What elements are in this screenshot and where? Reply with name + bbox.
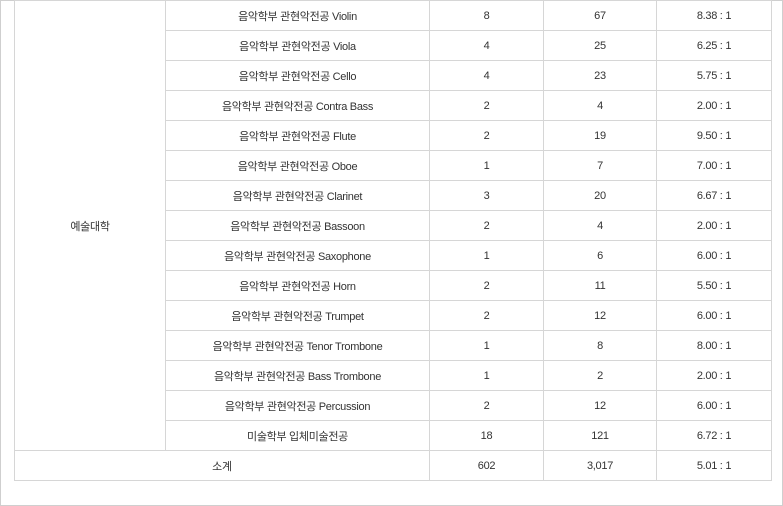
applicants-cell: 11 (543, 270, 657, 301)
quota-cell: 2 (429, 270, 544, 301)
ratio-cell: 6.72 : 1 (656, 420, 772, 451)
ratio-cell: 8.38 : 1 (656, 0, 772, 31)
department-cell: 음악학부 관현악전공 Bass Trombone (165, 360, 430, 391)
ratio-cell: 5.75 : 1 (656, 60, 772, 91)
applicants-cell: 2 (543, 360, 657, 391)
department-cell: 음악학부 관현악전공 Viola (165, 30, 430, 61)
applicants-cell: 19 (543, 120, 657, 151)
quota-cell: 8 (429, 0, 544, 31)
applicants-cell: 6 (543, 240, 657, 271)
subtotal-ratio: 5.01 : 1 (656, 450, 772, 481)
ratio-cell: 9.50 : 1 (656, 120, 772, 151)
applicants-cell: 67 (543, 0, 657, 31)
department-cell: 음악학부 관현악전공 Tenor Trombone (165, 330, 430, 361)
ratio-cell: 6.67 : 1 (656, 180, 772, 211)
table-row: 예술대학 음악학부 관현악전공 Violin 8 67 8.38 : 1 (14, 0, 772, 451)
quota-cell: 1 (429, 240, 544, 271)
applicants-cell: 23 (543, 60, 657, 91)
department-cell: 음악학부 관현악전공 Saxophone (165, 240, 430, 271)
quota-cell: 2 (429, 90, 544, 121)
applicants-cell: 121 (543, 420, 657, 451)
quota-cell: 2 (429, 210, 544, 241)
department-cell: 음악학부 관현악전공 Flute (165, 120, 430, 151)
ratio-cell: 6.25 : 1 (656, 30, 772, 61)
department-cell: 음악학부 관현악전공 Horn (165, 270, 430, 301)
department-cell: 음악학부 관현악전공 Trumpet (165, 300, 430, 331)
department-cell: 음악학부 관현악전공 Cello (165, 60, 430, 91)
ratio-cell: 2.00 : 1 (656, 210, 772, 241)
quota-cell: 4 (429, 60, 544, 91)
quota-cell: 18 (429, 420, 544, 451)
department-cell: 음악학부 관현악전공 Violin (165, 0, 430, 31)
ratio-cell: 6.00 : 1 (656, 240, 772, 271)
applicants-cell: 8 (543, 330, 657, 361)
ratio-cell: 8.00 : 1 (656, 330, 772, 361)
quota-cell: 1 (429, 330, 544, 361)
college-cell: 예술대학 (14, 0, 166, 451)
department-cell: 음악학부 관현악전공 Percussion (165, 390, 430, 421)
applicants-cell: 12 (543, 390, 657, 421)
applicants-cell: 4 (543, 90, 657, 121)
quota-cell: 4 (429, 30, 544, 61)
applicants-cell: 4 (543, 210, 657, 241)
subtotal-quota: 602 (429, 450, 544, 481)
ratio-cell: 2.00 : 1 (656, 360, 772, 391)
department-cell: 음악학부 관현악전공 Contra Bass (165, 90, 430, 121)
ratio-cell: 2.00 : 1 (656, 90, 772, 121)
subtotal-label: 소계 (14, 450, 430, 481)
ratio-cell: 6.00 : 1 (656, 390, 772, 421)
quota-cell: 2 (429, 300, 544, 331)
department-cell: 음악학부 관현악전공 Bassoon (165, 210, 430, 241)
subtotal-row: 소계 602 3,017 5.01 : 1 (14, 450, 772, 481)
quota-cell: 2 (429, 390, 544, 421)
quota-cell: 1 (429, 360, 544, 391)
ratio-cell: 6.00 : 1 (656, 300, 772, 331)
applicants-cell: 25 (543, 30, 657, 61)
document-frame: 예술대학 음악학부 관현악전공 Violin 8 67 8.38 : 1 음악학부 관현악… (0, 0, 783, 506)
applicants-cell: 7 (543, 150, 657, 181)
quota-cell: 1 (429, 150, 544, 181)
table-body: 예술대학 음악학부 관현악전공 Violin 8 67 8.38 : 1 음악학부 관현악… (14, 0, 772, 481)
ratio-cell: 7.00 : 1 (656, 150, 772, 181)
subtotal-applicants: 3,017 (543, 450, 657, 481)
applicants-cell: 12 (543, 300, 657, 331)
ratio-cell: 5.50 : 1 (656, 270, 772, 301)
department-cell: 미술학부 입체미술전공 (165, 420, 430, 451)
admission-ratio-table: 예술대학 음악학부 관현악전공 Violin 8 67 8.38 : 1 음악학부 관현악… (14, 0, 772, 481)
department-cell: 음악학부 관현악전공 Oboe (165, 150, 430, 181)
applicants-cell: 20 (543, 180, 657, 211)
department-cell: 음악학부 관현악전공 Clarinet (165, 180, 430, 211)
quota-cell: 2 (429, 120, 544, 151)
quota-cell: 3 (429, 180, 544, 211)
